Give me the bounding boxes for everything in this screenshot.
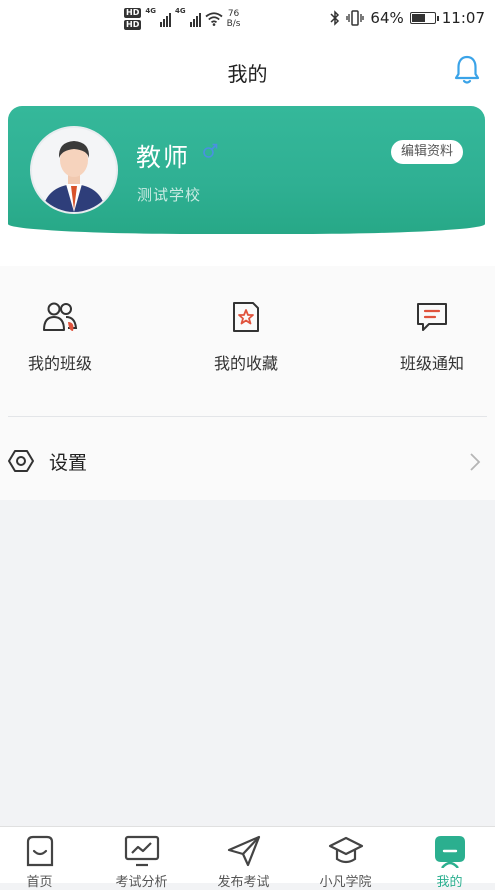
male-gender-icon	[203, 143, 218, 158]
network-type: 4G	[174, 7, 186, 15]
tab-label: 发布考试	[217, 875, 270, 890]
profile-card: 教师 测试学校 编辑资料	[8, 106, 485, 234]
network-type: 4G	[145, 7, 156, 15]
edit-profile-button[interactable]: 编辑资料	[390, 140, 463, 164]
divider	[8, 416, 487, 417]
signal-icon	[189, 11, 201, 27]
tab-label: 小凡学院	[319, 875, 372, 890]
hd-badges: HD HD	[124, 8, 142, 30]
send-icon	[227, 835, 260, 867]
speed-value: 76	[227, 9, 240, 19]
profile-area: 教师 测试学校 编辑资料	[0, 106, 495, 266]
network-speed: 76 B/s	[227, 9, 241, 29]
menu-section: 我的班级 我的收藏 班级通知 设置	[0, 266, 495, 500]
quick-action-label: 我的班级	[27, 354, 92, 373]
bottom-tab-bar: 首页 考试分析 发布考试 小凡学院 我的	[0, 826, 495, 890]
school-name: 测试学校	[137, 186, 202, 204]
clock: 11:07	[441, 9, 485, 27]
avatar[interactable]	[30, 126, 118, 214]
settings-label: 设置	[49, 452, 88, 474]
wifi-icon	[205, 12, 223, 26]
class-notice-button[interactable]: 班级通知	[362, 300, 495, 390]
settings-row[interactable]: 设置	[0, 436, 495, 486]
notice-message-icon	[417, 303, 447, 331]
tab-xiaofan-academy[interactable]: 小凡学院	[296, 827, 395, 890]
status-bar: HD HD 4G 4G 76 B/s 64% 11:07	[0, 0, 495, 38]
tab-exam-analysis[interactable]: 考试分析	[92, 827, 191, 890]
tab-label: 我的	[436, 875, 463, 890]
tab-mine[interactable]: 我的	[400, 827, 495, 890]
bell-icon[interactable]	[453, 54, 481, 86]
speed-unit: B/s	[226, 19, 241, 29]
analysis-icon	[124, 835, 159, 867]
my-class-button[interactable]: 我的班级	[0, 300, 130, 390]
page-title: 我的	[227, 62, 268, 86]
tab-label: 考试分析	[115, 875, 168, 890]
tab-home[interactable]: 首页	[0, 827, 89, 890]
class-group-icon	[43, 302, 78, 331]
avatar-illustration	[42, 141, 106, 212]
settings-hexagon-icon	[8, 450, 34, 472]
profile-icon	[434, 836, 465, 868]
graduation-cap-icon	[328, 836, 363, 864]
signal-icon	[159, 11, 171, 27]
bluetooth-icon	[330, 10, 340, 26]
home-icon	[26, 835, 53, 867]
vibrate-icon	[346, 10, 365, 26]
chevron-right-icon	[470, 453, 481, 471]
battery-percent: 64%	[370, 9, 404, 27]
favorite-bookmark-icon	[233, 302, 259, 332]
page-header: 我的	[0, 38, 495, 106]
quick-action-label: 我的收藏	[213, 354, 278, 373]
hd-badge: HD	[124, 20, 142, 30]
system-indicators: 64% 11:07	[330, 9, 485, 27]
tab-publish-exam[interactable]: 发布考试	[194, 827, 293, 890]
network-indicators: HD HD 4G 4G 76 B/s	[124, 5, 241, 33]
quick-action-label: 班级通知	[399, 354, 464, 373]
battery-icon	[409, 12, 439, 24]
my-favorites-button[interactable]: 我的收藏	[176, 300, 316, 390]
user-name: 教师	[136, 143, 191, 172]
tab-label: 首页	[26, 875, 53, 890]
hd-badge: HD	[124, 8, 142, 18]
